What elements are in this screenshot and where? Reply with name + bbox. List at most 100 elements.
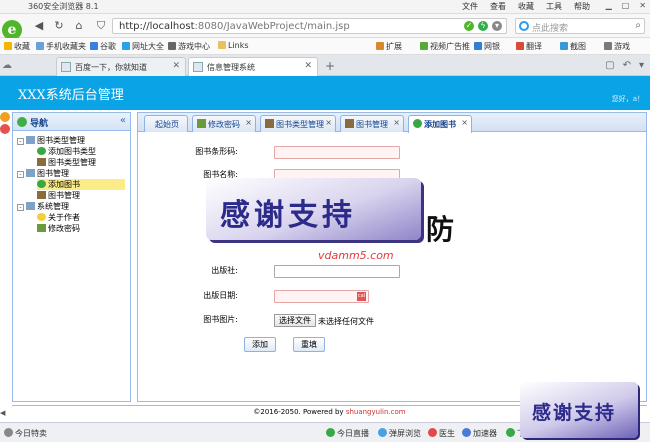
- minimize-icon[interactable]: ▁: [606, 1, 612, 10]
- close-tab-icon[interactable]: ✕: [172, 61, 180, 71]
- barcode-input[interactable]: [274, 146, 400, 159]
- bookmark-games-center[interactable]: 游戏中心: [168, 41, 210, 52]
- toolbar-extensions[interactable]: 扩展: [376, 41, 402, 52]
- tree-node-book-list[interactable]: 图书管理: [37, 190, 80, 201]
- close-tab-icon[interactable]: ✕: [304, 61, 312, 71]
- toolbar-games[interactable]: 游戏: [604, 41, 630, 52]
- close-tab-icon[interactable]: ×: [393, 118, 400, 127]
- new-tab-icon[interactable]: +: [322, 58, 338, 74]
- reset-button[interactable]: 重填: [293, 337, 325, 352]
- watermark-text: 感谢支持: [220, 198, 356, 233]
- close-window-icon[interactable]: ✕: [639, 1, 646, 10]
- tree-node-add-book-type[interactable]: 添加图书类型: [37, 146, 96, 157]
- tab-add-book[interactable]: 添加图书 ×: [408, 115, 472, 133]
- close-tab-icon[interactable]: ×: [325, 118, 332, 127]
- folder-icon: [26, 136, 35, 144]
- back-icon[interactable]: ◀: [32, 19, 46, 33]
- status-doctor[interactable]: 医生: [428, 428, 455, 439]
- tree-node-book-management[interactable]: - 图书管理: [17, 168, 69, 179]
- undo-close-icon[interactable]: ↶: [623, 60, 631, 71]
- footer-brand-link[interactable]: shuangyulin.com: [346, 408, 406, 416]
- status-accelerator[interactable]: 加速器: [462, 428, 497, 439]
- bookmark-directory[interactable]: 网址大全: [122, 41, 164, 52]
- menu-file[interactable]: 文件: [462, 1, 478, 12]
- search-input[interactable]: 点此搜索 ⌕: [515, 18, 645, 34]
- add-button[interactable]: 添加: [244, 337, 276, 352]
- verified-icon[interactable]: ✓: [464, 21, 474, 31]
- globe-icon: [122, 42, 130, 50]
- browser-title-bar: 360安全浏览器 8.1 文件 查看 收藏 工具 帮助 ▁ □ ✕: [0, 0, 650, 14]
- lightning-icon[interactable]: ϟ: [478, 21, 488, 31]
- toolbar-ad-block[interactable]: 视频广告推: [420, 41, 470, 52]
- medical-cross-icon: [428, 428, 437, 437]
- refresh-icon[interactable]: ↻: [52, 19, 66, 33]
- bookmark-links[interactable]: Links: [218, 41, 249, 50]
- tree-node-add-book[interactable]: 添加图书: [37, 179, 125, 190]
- tree-node-system-management[interactable]: - 系统管理: [17, 201, 69, 212]
- menu-favorites[interactable]: 收藏: [518, 1, 534, 12]
- search-icon[interactable]: ⌕: [635, 20, 641, 31]
- lightbulb-icon: [37, 213, 46, 221]
- tag-icon: [4, 428, 13, 437]
- user-icon: [37, 191, 46, 199]
- bookmark-favorites[interactable]: 收藏: [4, 41, 30, 52]
- restore-tab-icon[interactable]: ▢: [605, 60, 614, 71]
- extension-icon: [376, 42, 384, 50]
- home-icon[interactable]: ⌂: [72, 19, 86, 33]
- collapse-node-icon[interactable]: -: [17, 138, 24, 145]
- choose-file-button[interactable]: 选择文件: [274, 314, 316, 327]
- pencil-icon: [37, 224, 46, 232]
- tab-book-management[interactable]: 图书管理 ×: [340, 115, 404, 132]
- tree-node-book-type-management[interactable]: - 图书类型管理: [17, 135, 85, 146]
- calendar-icon[interactable]: cal: [357, 292, 366, 301]
- tab-list-icon[interactable]: ▾: [639, 60, 644, 71]
- security-shield-icon[interactable]: ⛉: [94, 19, 108, 33]
- bookmark-google[interactable]: 谷歌: [90, 41, 116, 52]
- pencil-icon: [197, 119, 206, 128]
- tab-book-type-management[interactable]: 图书类型管理 ×: [260, 115, 336, 132]
- add-icon: [37, 180, 46, 188]
- tab-home[interactable]: 起始页: [144, 115, 188, 132]
- toolbar-screenshot[interactable]: 截图: [560, 41, 586, 52]
- close-tab-icon[interactable]: ×: [461, 118, 468, 127]
- search-placeholder: 点此搜索: [532, 24, 569, 34]
- browser-title: 360安全浏览器 8.1: [28, 2, 99, 11]
- bank-icon: [474, 42, 482, 50]
- add-book-form: 图书条形码: 图书名称: 图 出版社: 出版日期: cal 图书图片: 选择文件…: [138, 133, 646, 403]
- menu-tools[interactable]: 工具: [546, 1, 562, 12]
- nav-panel-header: 导航 «: [13, 113, 130, 131]
- bookmark-mobile[interactable]: 手机收藏夹: [36, 41, 86, 52]
- publisher-input[interactable]: [274, 265, 400, 278]
- status-live[interactable]: 今日直播: [326, 428, 369, 439]
- browser-tab-info-system[interactable]: 信息管理系统 ✕: [188, 57, 318, 76]
- status-popup-browse[interactable]: 弹屏浏览: [378, 428, 421, 439]
- scroll-left-icon[interactable]: ◀: [0, 409, 10, 417]
- watermark-tail: 防: [426, 213, 455, 246]
- url-input[interactable]: http://localhost:8080/JavaWebProject/mai…: [112, 18, 507, 34]
- collapse-icon[interactable]: «: [120, 115, 126, 126]
- publish-date-input[interactable]: cal: [274, 290, 369, 303]
- label-barcode: 图书条形码:: [195, 147, 238, 156]
- status-daily-sale[interactable]: 今日特卖: [4, 428, 47, 439]
- label-publisher: 出版社:: [211, 266, 238, 275]
- dropdown-icon[interactable]: ▾: [492, 21, 502, 31]
- tree-node-change-password[interactable]: 修改密码: [37, 223, 80, 234]
- toolbar-bank[interactable]: 网银: [474, 41, 500, 52]
- tree-node-book-type-list[interactable]: 图书类型管理: [37, 157, 96, 168]
- sidebar-tool-icon[interactable]: [0, 112, 10, 122]
- toolbar-translate[interactable]: 翻译: [516, 41, 542, 52]
- browser-tab-baidu[interactable]: 百度一下，你就知道 ✕: [56, 57, 186, 76]
- page-favicon-icon: [193, 62, 203, 72]
- tree-node-about-author[interactable]: 关于作者: [37, 212, 80, 223]
- collapse-node-icon[interactable]: -: [17, 171, 24, 178]
- maximize-icon[interactable]: □: [622, 1, 630, 10]
- collapse-node-icon[interactable]: -: [17, 204, 24, 211]
- cloud-icon[interactable]: ☁: [2, 60, 12, 71]
- sidebar-tool-icon[interactable]: [0, 124, 10, 134]
- tab-change-password[interactable]: 修改密码 ×: [192, 115, 256, 132]
- close-tab-icon[interactable]: ×: [245, 118, 252, 127]
- menu-view[interactable]: 查看: [490, 1, 506, 12]
- shield-icon: [420, 42, 428, 50]
- nav-title: 导航: [30, 119, 49, 129]
- menu-help[interactable]: 帮助: [574, 1, 590, 12]
